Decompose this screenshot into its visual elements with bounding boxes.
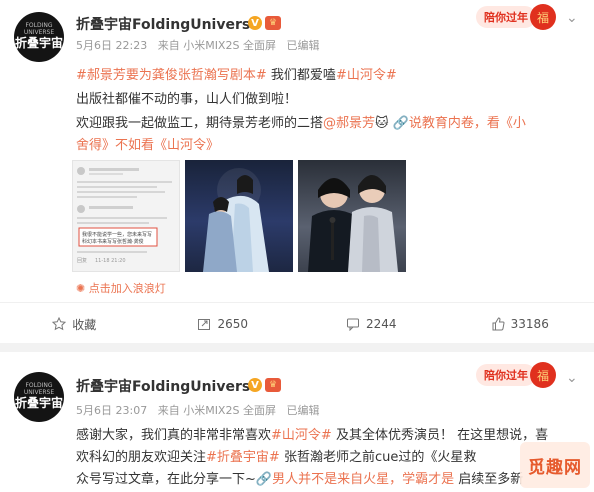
post-text-line-4: 舍得》不如看《山河令》 bbox=[76, 134, 219, 158]
verified-icon: V bbox=[248, 16, 262, 30]
thumbs-up-icon bbox=[491, 317, 505, 331]
comment-button[interactable]: 2244 bbox=[297, 317, 446, 331]
member-badge-icon: ♛ bbox=[265, 378, 281, 392]
hashtag-link[interactable]: #折叠宇宙# bbox=[206, 450, 280, 465]
member-badge-icon: ♛ bbox=[265, 16, 281, 30]
post-meta: 5月6日 22:23 来自 小米MIX2S 全面屏 已编辑 bbox=[76, 37, 326, 53]
post-date[interactable]: 5月6日 23:07 bbox=[76, 404, 147, 417]
weibo-post-2: FOLDING UNIVERSE 折叠宇宙 折叠宇宙FoldingUnivers… bbox=[0, 352, 594, 490]
comment-icon bbox=[346, 317, 360, 331]
screenshot-thumbnail[interactable]: 我很不能说学一些，您未来写写 科幻本书来写写张哲瀚·龚俊 回复 11-18 21… bbox=[72, 160, 180, 272]
weibo-post-1: FOLDING UNIVERSE 折叠宇宙 折叠宇宙FoldingUnivers… bbox=[0, 0, 594, 343]
post-meta: 5月6日 23:07 来自 小米MIX2S 全面屏 已编辑 bbox=[76, 402, 326, 418]
repost-button[interactable]: 2650 bbox=[149, 317, 298, 331]
post-source: 来自 小米MIX2S 全面屏 bbox=[158, 404, 276, 417]
action-bar: 收藏 2650 2244 33186 bbox=[0, 307, 594, 341]
author-name[interactable]: 折叠宇宙FoldingUniverse bbox=[76, 376, 260, 396]
article-link[interactable]: 舍得》不如看《山河令》 bbox=[76, 138, 219, 153]
post-separator bbox=[0, 343, 594, 352]
hashtag-link[interactable]: #郝景芳要为龚俊张哲瀚写剧本# bbox=[76, 68, 267, 83]
stage-photo-thumbnail[interactable] bbox=[298, 160, 406, 272]
cat-emoji-icon: 🐱 bbox=[375, 116, 389, 131]
site-watermark: 觅趣网 bbox=[520, 442, 590, 488]
new-year-badge[interactable]: 陪你过年 福 bbox=[476, 361, 556, 389]
sparkle-icon: ✺ bbox=[76, 282, 85, 295]
lantern-icon: 福 bbox=[530, 4, 556, 30]
star-icon bbox=[52, 317, 66, 331]
edited-label[interactable]: 已编辑 bbox=[286, 404, 319, 417]
favorite-button[interactable]: 收藏 bbox=[0, 316, 149, 333]
reply-time: 11-18 21:20 bbox=[95, 258, 126, 264]
edited-label[interactable]: 已编辑 bbox=[286, 39, 319, 52]
chevron-down-icon[interactable]: ⌄ bbox=[566, 10, 578, 26]
lantern-icon: 福 bbox=[530, 362, 556, 388]
article-link[interactable]: 🔗男人并不是来自火星，学霸才是 bbox=[256, 472, 454, 487]
new-year-badge[interactable]: 陪你过年 福 bbox=[476, 3, 556, 31]
reply-label: 回复 bbox=[77, 257, 87, 264]
author-name[interactable]: 折叠宇宙FoldingUniverse bbox=[76, 14, 260, 34]
post-text-line-2: 欢科幻的朋友欢迎关注#折叠宇宙# 张哲瀚老师之前cue过的《火星救 bbox=[76, 446, 476, 470]
hashtag-link[interactable]: #山河令# bbox=[271, 428, 332, 443]
avatar[interactable]: FOLDING UNIVERSE 折叠宇宙 bbox=[14, 372, 64, 422]
post-source: 来自 小米MIX2S 全面屏 bbox=[158, 39, 276, 52]
quote-text-1: 我很不能说学一些，您未来写写 bbox=[82, 231, 152, 238]
divider bbox=[0, 302, 594, 303]
quote-text-2: 科幻本书来写写张哲瀚·龚俊 bbox=[82, 238, 144, 245]
chevron-down-icon[interactable]: ⌄ bbox=[566, 370, 578, 386]
verified-icon: V bbox=[248, 378, 262, 392]
stage-photo-thumbnail[interactable] bbox=[185, 160, 293, 272]
post-text-line-3: 欢迎跟我一起做监工，期待景芳老师的二搭@郝景芳🐱 🔗说教育内卷，看《小 bbox=[76, 112, 526, 136]
post-text-line-3: 众号写过文章，在此分享一下~🔗男人并不是来自火星，学霸才是 启续至多新 bbox=[76, 468, 523, 492]
post-text-line-1: 感谢大家，我们真的非常非常喜欢#山河令# 及其全体优秀演员！ 在这里想说，喜 bbox=[76, 424, 548, 448]
avatar[interactable]: FOLDING UNIVERSE 折叠宇宙 bbox=[14, 12, 64, 62]
hashtag-link[interactable]: #山河令# bbox=[336, 68, 397, 83]
repost-icon bbox=[197, 317, 211, 331]
like-button[interactable]: 33186 bbox=[446, 317, 594, 331]
mention-link[interactable]: @郝景芳 bbox=[323, 116, 375, 131]
join-hint-link[interactable]: ✺ 点击加入浪浪灯 bbox=[76, 280, 166, 296]
article-link[interactable]: 🔗说教育内卷，看《小 bbox=[393, 116, 526, 131]
post-date[interactable]: 5月6日 22:23 bbox=[76, 39, 147, 52]
post-text-line-1: #郝景芳要为龚俊张哲瀚写剧本# 我们都爱嗑#山河令# bbox=[76, 64, 397, 88]
post-text-line-2: 出版社都催不动的事，山人们做到啦！ bbox=[76, 88, 297, 112]
